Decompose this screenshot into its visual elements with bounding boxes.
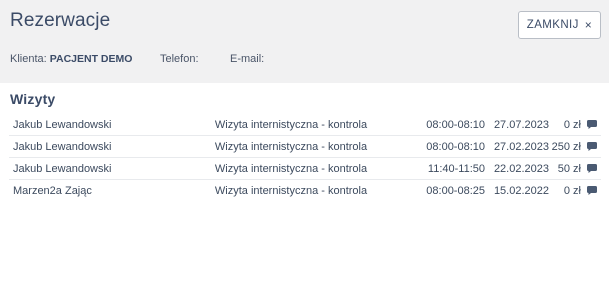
client-label: Klienta:	[10, 53, 47, 65]
visit-row[interactable]: Jakub Lewandowski Wizyta internistyczna …	[9, 158, 601, 180]
visit-type: Wizyta internistyczna - kontrola	[214, 141, 368, 153]
visit-date: 27.02.2023	[493, 141, 549, 153]
comment-icon[interactable]	[587, 164, 597, 173]
phone-label: Telefon:	[160, 53, 199, 65]
close-button-label: ZAMKNIJ	[526, 19, 579, 31]
visit-price: 250 zł	[551, 141, 581, 153]
visit-type: Wizyta internistyczna - kontrola	[214, 119, 368, 131]
visit-row[interactable]: Marzen2a Zając Wizyta internistyczna - k…	[9, 180, 601, 202]
visit-date: 15.02.2022	[493, 185, 549, 197]
visit-patient-name: Marzen2a Zając	[13, 185, 92, 197]
visit-price: 0 zł	[563, 119, 581, 131]
visit-patient-name: Jakub Lewandowski	[13, 141, 112, 153]
visit-patient-name: Jakub Lewandowski	[13, 163, 112, 175]
client-value: PACJENT DEMO	[49, 53, 133, 65]
close-button[interactable]: ZAMKNIJ ×	[518, 11, 601, 39]
visit-time: 11:40-11:50	[427, 163, 485, 175]
visit-row[interactable]: Jakub Lewandowski Wizyta internistyczna …	[9, 114, 601, 136]
visit-date: 22.02.2023	[493, 163, 549, 175]
visit-type: Wizyta internistyczna - kontrola	[214, 185, 368, 197]
visit-price: 0 zł	[563, 185, 581, 197]
visit-date: 27.07.2023	[493, 119, 549, 131]
comment-icon[interactable]	[587, 120, 597, 129]
visit-time: 08:00-08:25	[426, 185, 485, 197]
visit-time: 08:00-08:10	[426, 119, 485, 131]
email-label: E-mail:	[230, 53, 265, 65]
page-title: Rezerwacje	[10, 10, 111, 31]
visit-type: Wizyta internistyczna - kontrola	[214, 163, 368, 175]
visit-time: 08:00-08:10	[426, 141, 485, 153]
phone-info: Telefon:	[160, 53, 199, 67]
visit-price: 50 zł	[557, 163, 581, 175]
visits-section-title: Wizyty	[10, 91, 56, 107]
visits-list: Jakub Lewandowski Wizyta internistyczna …	[9, 114, 601, 202]
visit-row[interactable]: Jakub Lewandowski Wizyta internistyczna …	[9, 136, 601, 158]
visit-patient-name: Jakub Lewandowski	[13, 119, 112, 131]
client-info: Klienta: PACJENT DEMO	[10, 53, 132, 67]
email-info: E-mail:	[230, 53, 264, 67]
header-panel: Rezerwacje ZAMKNIJ × Klienta: PACJENT DE…	[0, 0, 609, 83]
close-icon: ×	[584, 17, 593, 32]
comment-icon[interactable]	[587, 142, 597, 151]
comment-icon[interactable]	[587, 186, 597, 195]
